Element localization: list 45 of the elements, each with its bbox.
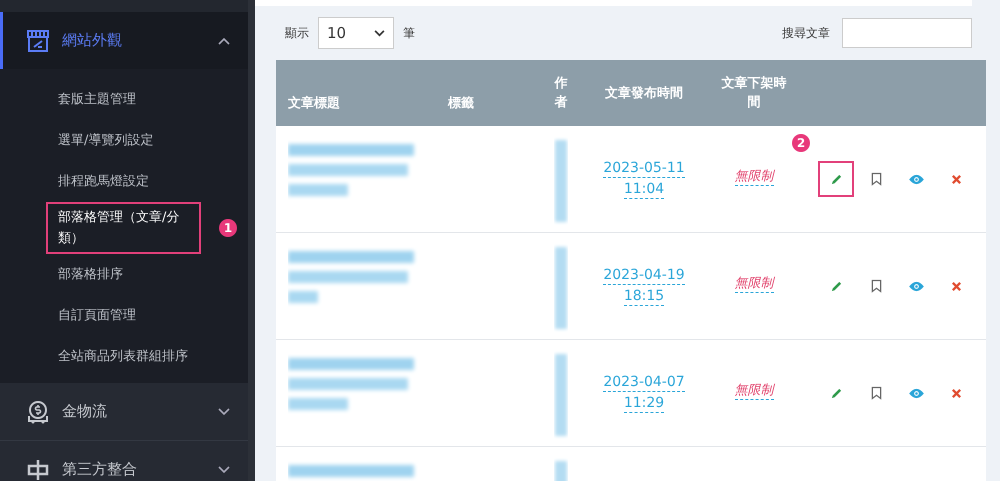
caret-icon [374,30,385,36]
chevron-icon [218,408,230,416]
edit-button[interactable] [818,161,854,197]
section-label: 網站外觀 [62,31,123,50]
search-field[interactable] [842,18,972,48]
column-header: 文章發布時間 [605,84,683,102]
page-size-select[interactable]: 10 [318,17,394,49]
eye-icon [908,388,924,398]
expiry-link[interactable]: 無限制 [734,274,774,292]
close-icon [950,280,962,292]
search-label: 搜尋文章 [782,24,830,42]
menu-section[interactable]: 網站外觀 [0,12,248,69]
menu-item[interactable]: 排程跑馬燈設定 [46,167,161,196]
menu-item[interactable]: 自訂頁面管理 [46,301,148,330]
menu-item[interactable]: 全站商品列表群組排序 [46,342,200,371]
pencil-icon [830,280,842,292]
column-header: 文章標題 [288,94,340,112]
unit-label: 筆 [403,24,415,42]
expiry-link[interactable]: 無限制 [734,166,774,186]
callout-badge: 2 [792,134,810,152]
money-cart-icon [26,400,50,424]
eye-icon [908,174,924,184]
chevron-icon [218,466,230,474]
bookmark-icon [870,279,882,293]
menu-item[interactable]: 選單/導覽列設定 [46,126,166,155]
column-header: 文章下架時間 [720,74,788,112]
callout-badge: 1 [219,219,237,237]
storefront-icon [26,30,50,52]
bookmark-icon [870,386,882,400]
expiry-link[interactable]: 無限制 [734,380,774,400]
menu-item[interactable]: 部落格排序 [46,260,135,289]
chevron-icon [218,36,230,44]
column-header: 標籤 [448,95,474,112]
close-icon [950,174,962,184]
bookmark-icon [870,172,882,186]
eye-icon [908,280,924,292]
pencil-icon [830,386,842,400]
section-label: 第三方整合 [62,460,138,479]
show-label: 顯示 [285,24,309,42]
pencil-icon [830,172,842,186]
close-icon [950,388,962,398]
menu-item[interactable]: 套版主題管理 [46,85,148,114]
menu-item[interactable]: 部落格管理（文章/分類） [46,202,201,254]
section-label: 金物流 [62,402,108,421]
column-header: 作者 [554,74,568,112]
